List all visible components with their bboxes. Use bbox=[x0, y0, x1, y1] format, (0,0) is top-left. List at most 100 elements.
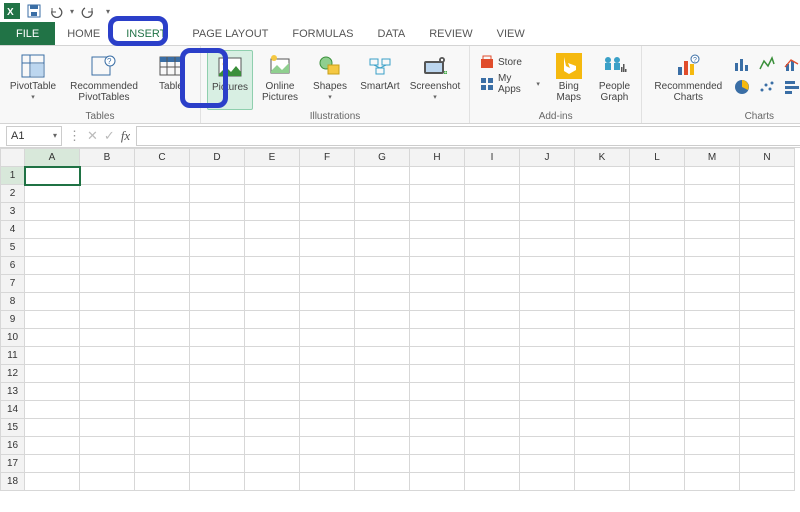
tab-file[interactable]: FILE bbox=[0, 22, 55, 45]
cell[interactable] bbox=[355, 203, 410, 221]
cell[interactable] bbox=[135, 185, 190, 203]
tab-home[interactable]: HOME bbox=[55, 22, 112, 45]
cell[interactable] bbox=[190, 401, 245, 419]
cell[interactable] bbox=[520, 455, 575, 473]
column-header[interactable]: D bbox=[190, 149, 245, 167]
cell[interactable] bbox=[465, 221, 520, 239]
cell[interactable] bbox=[410, 275, 465, 293]
cell[interactable] bbox=[135, 401, 190, 419]
cell[interactable] bbox=[465, 347, 520, 365]
cell[interactable] bbox=[685, 437, 740, 455]
cell[interactable] bbox=[465, 275, 520, 293]
cell[interactable] bbox=[135, 311, 190, 329]
cell[interactable] bbox=[300, 185, 355, 203]
cell[interactable] bbox=[685, 329, 740, 347]
cell[interactable] bbox=[575, 221, 630, 239]
cell[interactable] bbox=[80, 257, 135, 275]
cell[interactable] bbox=[465, 437, 520, 455]
cell[interactable] bbox=[685, 239, 740, 257]
column-header[interactable]: J bbox=[520, 149, 575, 167]
redo-icon[interactable] bbox=[80, 3, 96, 19]
cell[interactable] bbox=[520, 329, 575, 347]
cell[interactable] bbox=[355, 167, 410, 185]
bar-chart-button[interactable] bbox=[782, 77, 800, 97]
row-header[interactable]: 4 bbox=[1, 221, 25, 239]
cell[interactable] bbox=[355, 419, 410, 437]
cell[interactable] bbox=[135, 455, 190, 473]
cell[interactable] bbox=[135, 419, 190, 437]
cell[interactable] bbox=[25, 401, 80, 419]
cell[interactable] bbox=[740, 311, 795, 329]
undo-icon[interactable] bbox=[48, 3, 64, 19]
table-button[interactable]: Table bbox=[148, 50, 194, 110]
cell[interactable] bbox=[25, 221, 80, 239]
cell[interactable] bbox=[245, 275, 300, 293]
cell[interactable] bbox=[410, 167, 465, 185]
cell[interactable] bbox=[740, 473, 795, 491]
cell[interactable] bbox=[245, 185, 300, 203]
cell[interactable] bbox=[520, 185, 575, 203]
scatter-chart-button[interactable] bbox=[757, 77, 777, 97]
pie-chart-button[interactable] bbox=[732, 77, 752, 97]
cell[interactable] bbox=[300, 257, 355, 275]
pivottable-button[interactable]: PivotTable ▾ bbox=[6, 50, 60, 110]
cell[interactable] bbox=[190, 419, 245, 437]
cell[interactable] bbox=[190, 221, 245, 239]
cell[interactable] bbox=[740, 365, 795, 383]
cell[interactable] bbox=[300, 401, 355, 419]
fx-icon[interactable]: fx bbox=[121, 128, 130, 144]
cell[interactable] bbox=[410, 383, 465, 401]
cell[interactable] bbox=[355, 437, 410, 455]
tab-page-layout[interactable]: PAGE LAYOUT bbox=[180, 22, 280, 45]
cell[interactable] bbox=[190, 383, 245, 401]
cell[interactable] bbox=[630, 455, 685, 473]
cell[interactable] bbox=[465, 401, 520, 419]
cell[interactable] bbox=[520, 311, 575, 329]
cell[interactable] bbox=[190, 239, 245, 257]
cell[interactable] bbox=[630, 311, 685, 329]
chevron-down-icon[interactable]: ▾ bbox=[53, 131, 57, 140]
tab-formulas[interactable]: FORMULAS bbox=[280, 22, 365, 45]
cell[interactable] bbox=[520, 347, 575, 365]
cell[interactable] bbox=[25, 329, 80, 347]
cell[interactable] bbox=[685, 401, 740, 419]
cell[interactable] bbox=[520, 419, 575, 437]
qat-customize-icon[interactable]: ▾ bbox=[106, 7, 110, 16]
cell[interactable] bbox=[190, 329, 245, 347]
cell[interactable] bbox=[355, 473, 410, 491]
cell[interactable] bbox=[135, 329, 190, 347]
cell[interactable] bbox=[630, 347, 685, 365]
cell[interactable] bbox=[300, 473, 355, 491]
cell[interactable] bbox=[300, 419, 355, 437]
column-chart-button[interactable] bbox=[732, 54, 752, 74]
cell[interactable] bbox=[245, 311, 300, 329]
row-header[interactable]: 5 bbox=[1, 239, 25, 257]
cell[interactable] bbox=[575, 257, 630, 275]
row-header[interactable]: 15 bbox=[1, 419, 25, 437]
cell[interactable] bbox=[135, 275, 190, 293]
cell[interactable] bbox=[245, 347, 300, 365]
cell[interactable] bbox=[245, 437, 300, 455]
cell[interactable] bbox=[685, 203, 740, 221]
column-header[interactable]: A bbox=[25, 149, 80, 167]
cell[interactable] bbox=[80, 419, 135, 437]
cell[interactable] bbox=[630, 257, 685, 275]
cell[interactable] bbox=[520, 257, 575, 275]
enter-icon[interactable]: ✓ bbox=[104, 128, 115, 144]
cell[interactable] bbox=[575, 365, 630, 383]
cell[interactable] bbox=[575, 347, 630, 365]
cell[interactable] bbox=[685, 257, 740, 275]
cell[interactable] bbox=[80, 167, 135, 185]
cell[interactable] bbox=[630, 473, 685, 491]
cell[interactable] bbox=[25, 473, 80, 491]
cell[interactable] bbox=[740, 293, 795, 311]
tab-view[interactable]: VIEW bbox=[485, 22, 537, 45]
cell[interactable] bbox=[300, 203, 355, 221]
formula-input[interactable] bbox=[136, 126, 800, 146]
cell[interactable] bbox=[575, 239, 630, 257]
cell[interactable] bbox=[135, 347, 190, 365]
cell[interactable] bbox=[355, 275, 410, 293]
cell[interactable] bbox=[25, 185, 80, 203]
cell[interactable] bbox=[465, 473, 520, 491]
cell[interactable] bbox=[190, 347, 245, 365]
